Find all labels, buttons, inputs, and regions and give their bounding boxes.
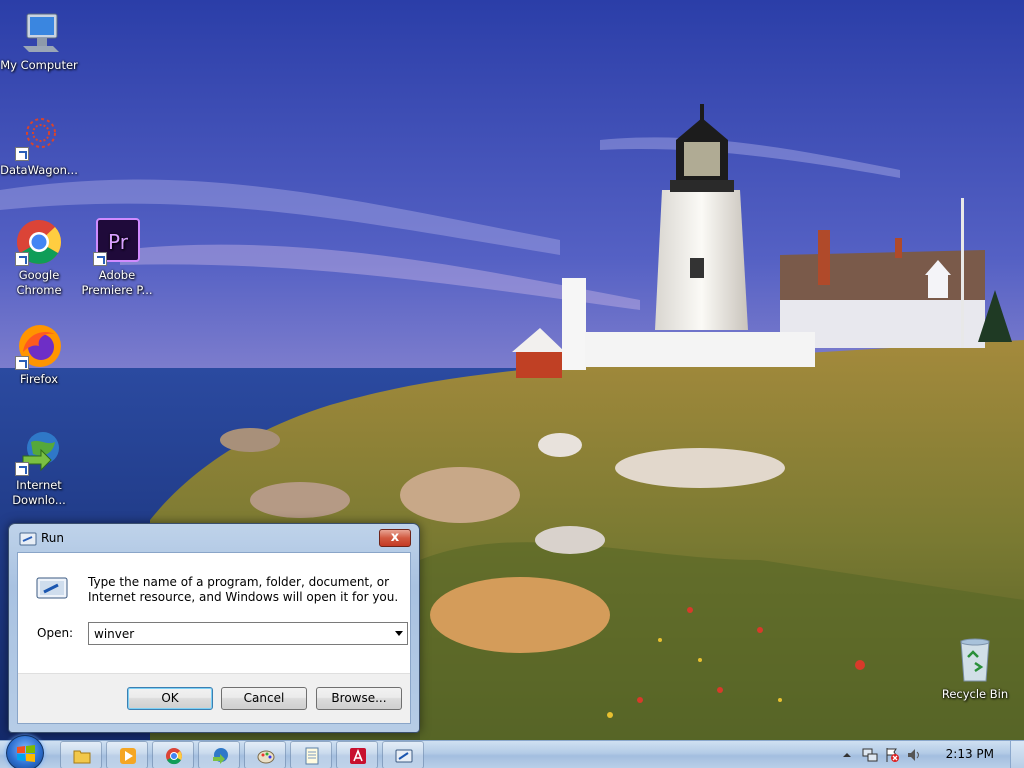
network-icon[interactable] <box>862 747 878 763</box>
taskbar-item-acrobat[interactable] <box>336 741 378 768</box>
volume-icon[interactable] <box>906 747 922 763</box>
taskbar-item-paint[interactable] <box>244 741 286 768</box>
taskbar-item-notepad[interactable] <box>290 741 332 768</box>
desktop-icon-label: Firefox <box>19 372 59 386</box>
run-dialog-body: Type the name of a program, folder, docu… <box>17 552 411 724</box>
taskbar-item-chrome[interactable] <box>152 741 194 768</box>
taskbar-item-media-player[interactable] <box>106 741 148 768</box>
run-dialog-message: Type the name of a program, folder, docu… <box>88 575 399 604</box>
shortcut-arrow-icon <box>15 356 29 370</box>
svg-text:Pr: Pr <box>108 230 129 254</box>
desktop-icon-recycle-bin[interactable]: Recycle Bin <box>936 637 1014 702</box>
shortcut-arrow-icon <box>15 147 29 161</box>
chrome-icon <box>15 218 63 266</box>
system-tray: 2:13 PM <box>834 741 1024 768</box>
firefox-icon <box>15 322 63 370</box>
run-icon <box>19 532 37 546</box>
run-dialog: Run x Type the name of a program, folder… <box>8 523 420 733</box>
taskbar-item-idm[interactable] <box>198 741 240 768</box>
show-hidden-icons-icon[interactable] <box>842 749 858 765</box>
taskbar-item-explorer[interactable] <box>60 741 102 768</box>
desktop-icon-label: Recycle Bin <box>941 687 1009 701</box>
desktop-icon-label: Internet Downlo... <box>12 478 66 507</box>
desktop-icon-datawagon[interactable]: DataWagon... <box>0 113 78 178</box>
computer-icon <box>15 8 63 56</box>
desktop-icon-label: My Computer <box>0 58 78 72</box>
desktop-icon-firefox[interactable]: Firefox <box>0 322 78 387</box>
browse-button[interactable]: Browse... <box>316 687 402 710</box>
idm-icon <box>15 428 63 476</box>
show-desktop-button[interactable] <box>1010 741 1024 768</box>
desktop-icon-label: Adobe Premiere P... <box>81 268 153 297</box>
cancel-button[interactable]: Cancel <box>221 687 307 710</box>
chevron-down-icon[interactable] <box>395 631 403 636</box>
open-label: Open: <box>37 626 74 640</box>
shortcut-arrow-icon <box>93 252 107 266</box>
run-dialog-title: Run <box>41 531 65 545</box>
run-app-icon <box>36 575 68 601</box>
desktop-icon-chrome[interactable]: Google Chrome <box>0 218 78 298</box>
ok-button[interactable]: OK <box>127 687 213 710</box>
datawagon-icon <box>15 113 63 161</box>
notepad-icon <box>305 747 319 765</box>
shortcut-arrow-icon <box>15 252 29 266</box>
idm-icon <box>213 748 228 764</box>
desktop-icon-my-computer[interactable]: My Computer <box>0 8 78 73</box>
action-center-flag-icon[interactable] <box>884 747 900 763</box>
run-icon <box>395 749 413 763</box>
desktop-icon-label: DataWagon... <box>0 163 78 177</box>
clock[interactable]: 2:13 PM <box>946 747 994 761</box>
start-button[interactable] <box>6 735 44 768</box>
media-player-icon <box>120 748 136 764</box>
run-dialog-titlebar[interactable]: Run x <box>19 529 411 552</box>
paint-icon <box>257 750 275 764</box>
premiere-icon: Pr <box>93 218 141 266</box>
desktop-icon-premiere[interactable]: Pr Adobe Premiere P... <box>78 218 156 298</box>
taskbar: 2:13 PM <box>0 735 1024 768</box>
taskbar-item-run[interactable] <box>382 741 424 768</box>
acrobat-icon <box>350 748 366 764</box>
desktop-icon-internet-download-manager[interactable]: Internet Downlo... <box>0 428 78 508</box>
chrome-icon <box>166 748 182 765</box>
close-button[interactable]: x <box>379 529 411 547</box>
run-dialog-footer: OK Cancel Browse... <box>18 673 410 723</box>
folder-icon <box>73 750 91 764</box>
recycle-bin-icon <box>951 637 999 685</box>
desktop-icon-label: Google Chrome <box>16 268 62 297</box>
windows-logo-icon <box>17 745 35 762</box>
shortcut-arrow-icon <box>15 462 29 476</box>
open-combobox[interactable] <box>88 622 408 645</box>
open-input[interactable] <box>89 623 385 644</box>
